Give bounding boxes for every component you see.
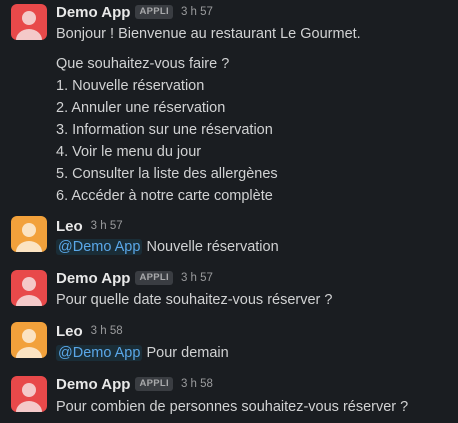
message-body: Pour demain	[146, 345, 229, 361]
app-badge: APPLI	[135, 271, 173, 285]
avatar[interactable]	[11, 376, 47, 412]
message-text: Pour quelle date souhaitez-vous réserver…	[56, 292, 333, 308]
message-text: Que souhaitez-vous faire ?	[56, 56, 230, 72]
message-timestamp[interactable]: 3 h 57	[181, 6, 213, 18]
menu-option: 6. Accéder à notre carte complète	[56, 188, 273, 204]
message-feed: Demo App APPLI 3 h 57 Bonjour ! Bienvenu…	[0, 0, 458, 423]
avatar[interactable]	[11, 270, 47, 306]
app-badge: APPLI	[135, 377, 173, 391]
message-author[interactable]: Demo App	[56, 4, 130, 21]
avatar[interactable]	[11, 4, 47, 40]
user-mention[interactable]: @Demo App	[56, 345, 143, 361]
app-badge: APPLI	[135, 5, 173, 19]
message-timestamp[interactable]: 3 h 58	[91, 325, 123, 337]
message-item: Demo App APPLI 3 h 58 Pour combien de pe…	[0, 374, 458, 422]
message-author[interactable]: Leo	[56, 218, 83, 235]
message-timestamp[interactable]: 3 h 57	[181, 272, 213, 284]
user-mention[interactable]: @Demo App	[56, 239, 143, 255]
message-author[interactable]: Demo App	[56, 270, 130, 287]
avatar[interactable]	[11, 322, 47, 358]
message-timestamp[interactable]: 3 h 58	[181, 378, 213, 390]
person-silhouette-icon	[16, 277, 42, 306]
person-silhouette-icon	[16, 223, 42, 252]
menu-option: 2. Annuler une réservation	[56, 100, 226, 116]
message-author[interactable]: Demo App	[56, 376, 130, 393]
message-author[interactable]: Leo	[56, 323, 83, 340]
message-text: Bonjour ! Bienvenue au restaurant Le Gou…	[56, 26, 361, 42]
message-item: Demo App APPLI 3 h 57 Bonjour ! Bienvenu…	[0, 0, 458, 215]
message-timestamp[interactable]: 3 h 57	[91, 220, 123, 232]
menu-option: 1. Nouvelle réservation	[56, 78, 205, 94]
avatar[interactable]	[11, 216, 47, 252]
message-text: @Demo App Pour demain	[56, 343, 229, 363]
person-silhouette-icon	[16, 11, 42, 40]
message-item: Leo 3 h 58 @Demo App Pour demain	[0, 321, 458, 366]
person-silhouette-icon	[16, 383, 42, 412]
menu-option: 3. Information sur une réservation	[56, 122, 273, 138]
message-item: Demo App APPLI 3 h 57 Pour quelle date s…	[0, 268, 458, 313]
message-text: Pour combien de personnes souhaitez-vous…	[56, 399, 409, 415]
message-text: @Demo App Nouvelle réservation	[56, 237, 279, 257]
person-silhouette-icon	[16, 329, 42, 358]
menu-option: 5. Consulter la liste des allergènes	[56, 166, 278, 182]
message-item: Leo 3 h 57 @Demo App Nouvelle réservatio…	[0, 216, 458, 261]
menu-option: 4. Voir le menu du jour	[56, 144, 202, 160]
message-body: Nouvelle réservation	[146, 239, 279, 255]
